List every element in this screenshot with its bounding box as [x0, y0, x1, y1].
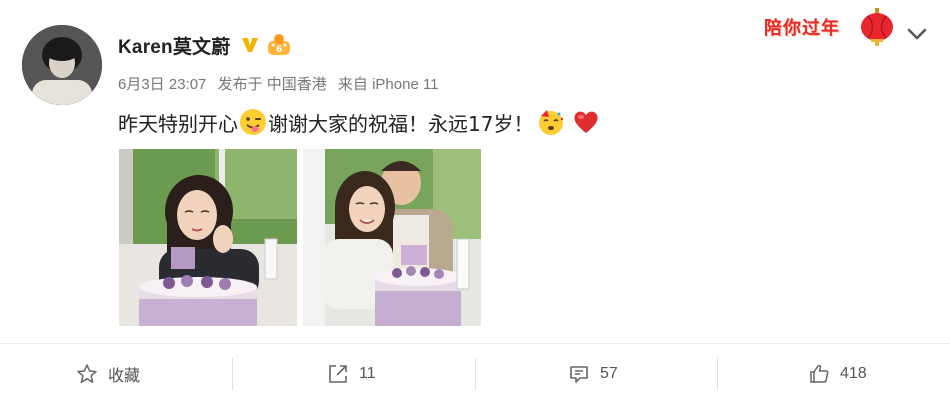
- post-photo-2[interactable]: [303, 149, 481, 326]
- chevron-down-icon[interactable]: [906, 26, 928, 42]
- post-text-part-1: 昨天特别开心: [118, 111, 238, 136]
- verified-v-icon: [242, 38, 259, 52]
- post-text: 昨天特别开心 谢谢大家的祝福！永远17岁！: [118, 106, 601, 138]
- repost-button[interactable]: 11: [327, 352, 376, 396]
- post-device: 来自 iPhone 11: [337, 76, 439, 93]
- thumbs-up-icon: [810, 364, 829, 383]
- avatar[interactable]: [22, 25, 102, 105]
- lantern-icon: [861, 8, 893, 46]
- svg-text:6: 6: [276, 45, 282, 55]
- avatar-photo: [22, 25, 102, 105]
- repost-count: 11: [359, 365, 376, 382]
- favorite-label: 收藏: [108, 368, 141, 385]
- action-separator: [717, 358, 718, 390]
- favorite-button[interactable]: 收藏: [76, 352, 140, 396]
- like-count: 418: [840, 365, 867, 382]
- action-bar-divider: [0, 343, 950, 344]
- post-text-part-2: 谢谢大家的祝福！永远17岁！: [268, 111, 534, 136]
- action-bar: 收藏 11 57 418: [0, 352, 950, 396]
- weibo-post-card: Karen莫文蔚 6 6月3日 23:07 发布于 中国香港 来自 iPhone…: [0, 0, 950, 402]
- red-heart-icon: [574, 111, 599, 133]
- promo-label: 陪你过年: [764, 18, 840, 39]
- post-date[interactable]: 6月3日 23:07: [118, 76, 206, 93]
- author-row: Karen莫文蔚 6: [118, 30, 292, 60]
- username[interactable]: Karen莫文蔚: [118, 32, 230, 59]
- star-icon: [77, 364, 97, 383]
- tongue-face-emoji-icon: [240, 109, 266, 135]
- comment-count: 57: [600, 365, 618, 382]
- share-arrow-icon: [329, 365, 347, 383]
- birthday-photo-1: [119, 149, 297, 326]
- post-meta: 6月3日 23:07 发布于 中国香港 来自 iPhone 11: [118, 73, 446, 94]
- like-button[interactable]: 418: [808, 352, 867, 396]
- action-separator: [232, 358, 233, 390]
- comment-button[interactable]: 57: [568, 352, 618, 396]
- birthday-photo-2: [303, 149, 481, 326]
- post-photo-1[interactable]: [119, 149, 297, 326]
- party-face-emoji-icon: [539, 110, 564, 135]
- action-separator: [475, 358, 476, 390]
- new-year-promo[interactable]: 陪你过年: [764, 6, 904, 46]
- post-location: 发布于 中国香港: [217, 76, 327, 93]
- comment-bubble-icon: [570, 366, 588, 383]
- crown-icon[interactable]: 6: [266, 33, 292, 57]
